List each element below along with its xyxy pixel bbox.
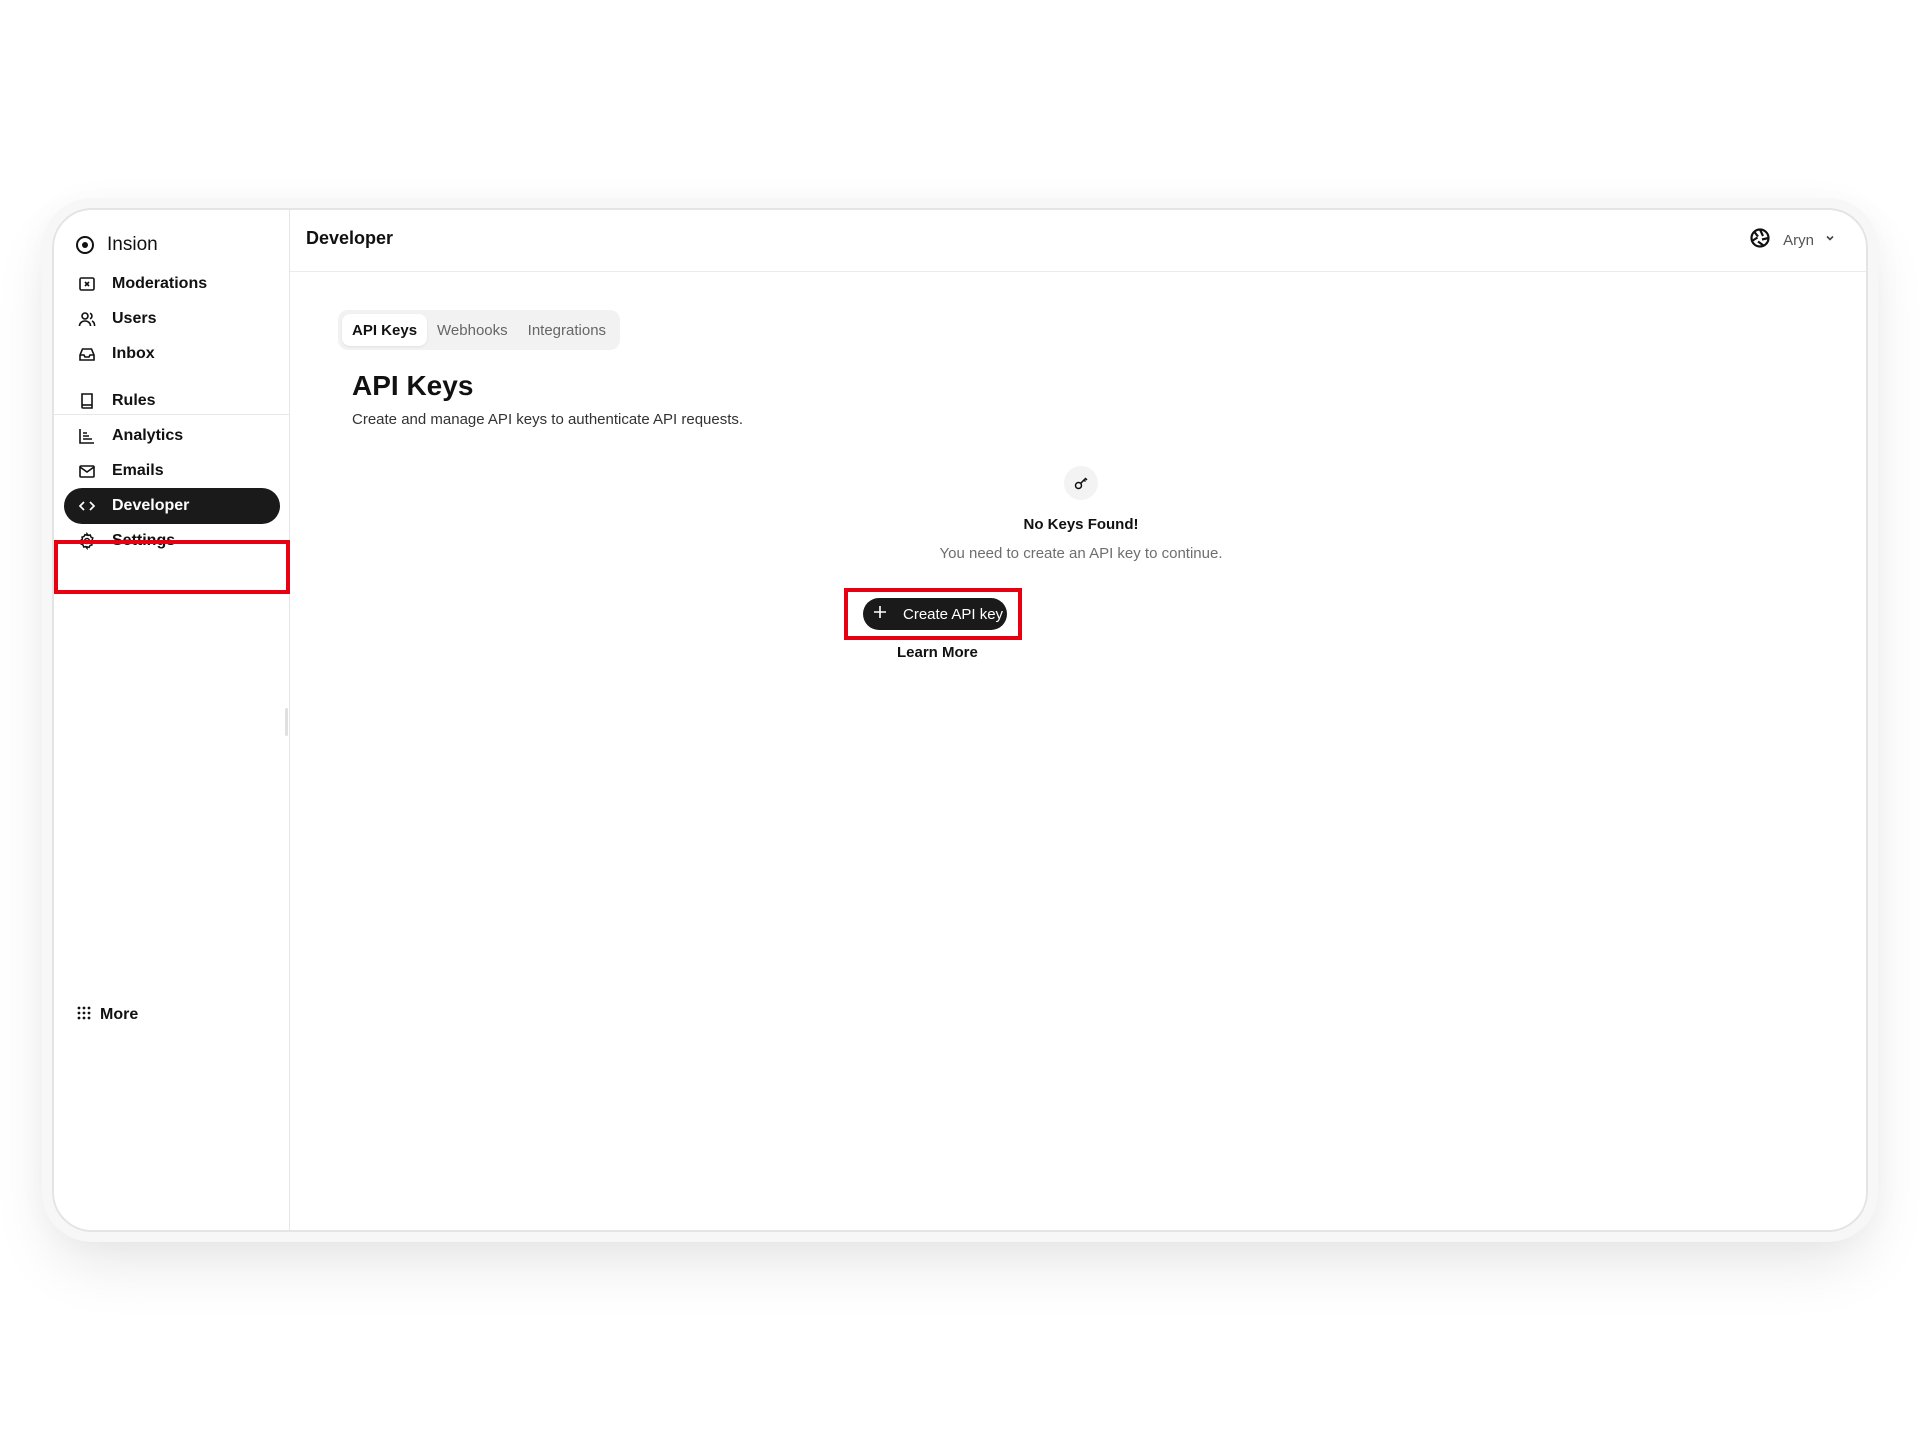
page-title: Developer: [306, 228, 394, 248]
sidebar-item-label: Moderations: [112, 275, 208, 292]
brand[interactable]: Insion: [76, 230, 158, 260]
empty-subtitle: You need to create an API key to continu…: [939, 545, 1223, 562]
inbox-icon: [76, 343, 98, 365]
chevron-down-icon: [1824, 231, 1836, 249]
book-icon: [76, 390, 98, 412]
create-api-key-label: Create API key: [903, 605, 1004, 623]
section-description: Create and manage API keys to authentica…: [352, 411, 744, 428]
tab-integrations[interactable]: Integrations: [518, 314, 616, 346]
tab-api-keys[interactable]: API Keys: [342, 314, 428, 346]
highlight-box-create: Create API key: [844, 588, 1022, 640]
users-icon: [76, 308, 98, 330]
logo-icon: [76, 236, 94, 254]
chart-icon: [76, 425, 98, 447]
sidebar-item-label: Emails: [112, 462, 164, 479]
learn-more-link[interactable]: Learn More: [897, 644, 978, 661]
sidebar-item-label: Inbox: [112, 345, 155, 362]
moderation-icon: [76, 273, 98, 295]
empty-title: No Keys Found!: [1023, 516, 1139, 533]
plus-icon: [873, 605, 887, 623]
sidebar-item-label: Rules: [112, 392, 156, 409]
sidebar: Insion Moderations Users Inbox Rules Ana…: [54, 210, 290, 1230]
sidebar-item-rules[interactable]: Rules: [64, 383, 280, 419]
tab-bar: API Keys Webhooks Integrations: [338, 310, 621, 350]
sidebar-resize-handle[interactable]: [285, 708, 288, 736]
more-label: More: [100, 1006, 139, 1023]
user-menu[interactable]: Aryn: [1749, 226, 1836, 254]
create-api-key-button[interactable]: Create API key: [863, 598, 1007, 630]
app-window: Insion Moderations Users Inbox Rules Ana…: [52, 208, 1868, 1232]
sidebar-item-label: Users: [112, 310, 157, 327]
brand-name: Insion: [107, 234, 158, 255]
section-title: API Keys: [352, 370, 474, 401]
sidebar-item-users[interactable]: Users: [64, 301, 280, 337]
user-name: Aryn: [1783, 231, 1814, 249]
topbar: Developer Aryn: [290, 210, 1866, 272]
aperture-icon: [1749, 227, 1771, 254]
sidebar-item-label: Analytics: [112, 427, 184, 444]
sidebar-item-moderations[interactable]: Moderations: [64, 266, 280, 302]
sidebar-item-developer[interactable]: Developer: [64, 488, 280, 524]
sidebar-item-label: Developer: [112, 497, 190, 514]
sidebar-item-analytics[interactable]: Analytics: [64, 418, 280, 454]
empty-state: No Keys Found! You need to create an API…: [290, 466, 1866, 562]
key-icon: [1064, 466, 1098, 500]
more-button[interactable]: More: [76, 1000, 138, 1030]
sidebar-item-emails[interactable]: Emails: [64, 453, 280, 489]
mail-icon: [76, 460, 98, 482]
grid-icon: [76, 1005, 92, 1026]
sidebar-item-inbox[interactable]: Inbox: [64, 336, 280, 372]
code-icon: [76, 495, 98, 517]
tab-webhooks[interactable]: Webhooks: [427, 314, 518, 346]
highlight-box-developer: [54, 540, 290, 594]
